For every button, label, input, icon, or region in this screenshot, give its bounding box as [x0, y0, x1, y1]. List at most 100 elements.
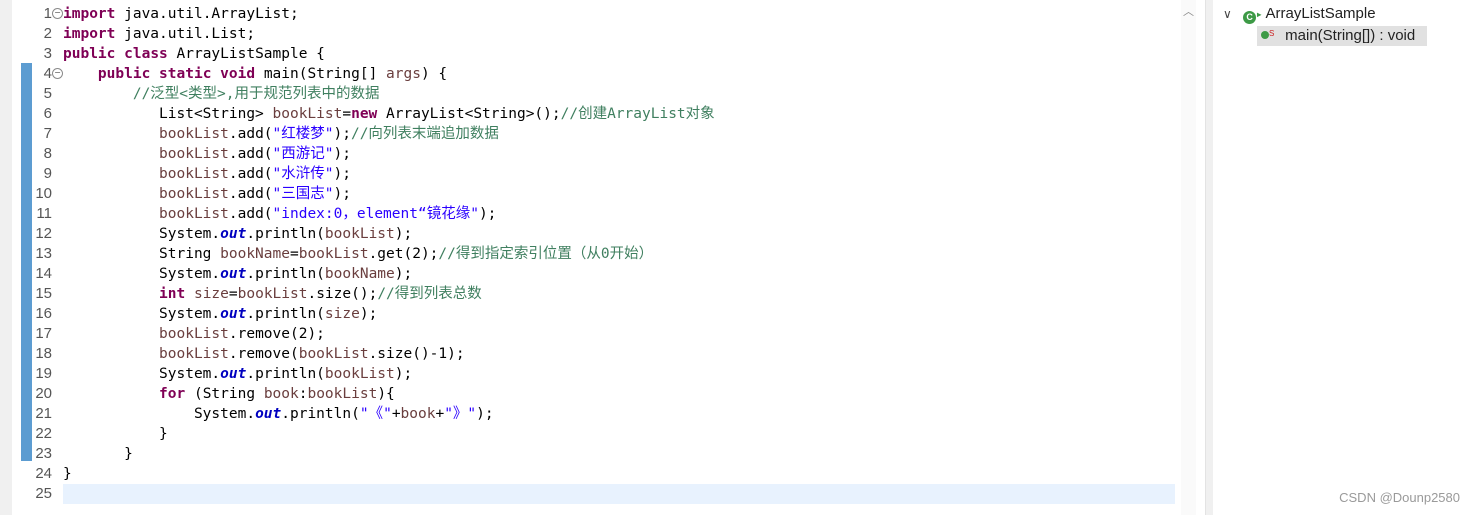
code-text[interactable]: System.out.println(bookList); [63, 364, 412, 384]
code-text[interactable]: bookList.add("index:0，element“镜花缘"); [63, 204, 496, 224]
code-token: bookList [324, 366, 395, 382]
code-line[interactable]: 3 public class ArrayListSample { [0, 44, 1180, 64]
code-text[interactable]: bookList.add("三国志"); [63, 184, 351, 204]
code-line[interactable]: 4− public static void main(String[] args… [0, 64, 1180, 84]
code-token: import [63, 6, 116, 22]
code-line[interactable]: 13 String bookName=bookList.get(2);//得到指… [0, 244, 1180, 264]
code-text[interactable]: for (String book:bookList){ [63, 384, 395, 404]
code-token: .size(); [307, 286, 378, 302]
code-token: .println( [246, 266, 325, 282]
scroll-up-icon[interactable]: ︿ [1181, 4, 1196, 20]
code-token: + [435, 406, 445, 422]
code-line[interactable]: 22 } [0, 424, 1180, 444]
code-text[interactable]: List<String> bookList=new ArrayList<Stri… [63, 104, 715, 124]
code-line[interactable]: 23 } [0, 444, 1180, 464]
code-token: ); [394, 366, 413, 382]
line-number: 3 [43, 45, 52, 62]
outline-method-row[interactable]: S main(String[]) : void [1257, 26, 1427, 46]
current-line-highlight [63, 484, 1175, 504]
code-text[interactable]: public static void main(String[] args) { [63, 64, 447, 84]
code-line[interactable]: 6 List<String> bookList=new ArrayList<St… [0, 104, 1180, 124]
code-text[interactable]: int size=bookList.size();//得到列表总数 [63, 284, 482, 304]
code-token: public [63, 46, 116, 62]
code-line[interactable]: 2 import java.util.List; [0, 24, 1180, 44]
outline-class-row[interactable]: ∨ C ▸ ArrayListSample [1223, 4, 1376, 24]
code-token: "水浒传" [272, 166, 334, 182]
code-text[interactable]: String bookName=bookList.get(2);//得到指定索引… [63, 244, 653, 264]
code-text[interactable]: import java.util.ArrayList; [63, 4, 299, 24]
code-token: public [97, 66, 151, 82]
code-line[interactable]: 10 bookList.add("三国志"); [0, 184, 1180, 204]
code-line[interactable]: 21 System.out.println("《"+book+"》"); [0, 404, 1180, 424]
line-number: 5 [43, 85, 52, 102]
code-text[interactable]: } [63, 424, 168, 444]
code-line[interactable]: 7 bookList.add("红楼梦");//向列表末端追加数据 [0, 124, 1180, 144]
code-token: System. [63, 226, 221, 242]
code-token: "三国志" [272, 186, 334, 202]
code-token: .remove(2); [228, 326, 325, 342]
code-line[interactable]: 14 System.out.println(bookName); [0, 264, 1180, 284]
code-token: import [63, 26, 116, 42]
code-token: } [63, 466, 72, 482]
code-editor[interactable]: 1− import java.util.ArrayList; 2 import jav… [0, 0, 1196, 515]
code-line[interactable]: 20 for (String book:bookList){ [0, 384, 1180, 404]
line-number: 12 [35, 225, 52, 242]
line-number: 19 [35, 365, 52, 382]
code-text[interactable]: public class ArrayListSample { [63, 44, 325, 64]
code-line[interactable]: 11 bookList.add("index:0，element“镜花缘"); [0, 204, 1180, 224]
code-text[interactable]: bookList.add("水浒传"); [63, 164, 351, 184]
code-line[interactable]: 9 bookList.add("水浒传"); [0, 164, 1180, 184]
code-line[interactable]: 19 System.out.println(bookList); [0, 364, 1180, 384]
code-text[interactable]: } [63, 444, 133, 464]
code-text[interactable]: System.out.println(bookList); [63, 224, 412, 244]
code-text[interactable]: bookList.remove(2); [63, 324, 325, 344]
code-token: .add( [228, 206, 273, 222]
code-text[interactable]: System.out.println(size); [63, 304, 377, 324]
code-token: "》" [444, 406, 477, 422]
code-line[interactable]: 16 System.out.println(size); [0, 304, 1180, 324]
fold-toggle-icon[interactable]: − [52, 68, 63, 79]
code-text[interactable]: //泛型<类型>,用于规范列表中的数据 [63, 84, 380, 104]
line-number: 6 [43, 105, 52, 122]
code-token: book [263, 386, 299, 402]
code-token: bookList [159, 146, 229, 162]
code-token: out [255, 406, 282, 422]
vertical-scrollbar[interactable] [1181, 0, 1196, 515]
code-line[interactable]: 5 //泛型<类型>,用于规范列表中的数据 [0, 84, 1180, 104]
code-text[interactable]: System.out.println(bookName); [63, 264, 412, 284]
code-line[interactable]: 12 System.out.println(bookList); [0, 224, 1180, 244]
code-text[interactable]: System.out.println("《"+book+"》"); [63, 404, 494, 424]
code-token: book [400, 406, 436, 422]
code-token: String [63, 246, 221, 262]
line-number: 17 [35, 325, 52, 342]
code-token: //向列表末端追加数据 [350, 126, 499, 142]
fold-toggle-icon[interactable]: − [52, 8, 63, 19]
collapse-chevron-icon[interactable]: ∨ [1223, 4, 1237, 24]
code-text[interactable]: } [63, 464, 72, 484]
code-line[interactable]: 1− import java.util.ArrayList; [0, 4, 1180, 24]
code-line[interactable]: 15 int size=bookList.size();//得到列表总数 [0, 284, 1180, 304]
code-text[interactable]: bookList.add("西游记"); [63, 144, 351, 164]
code-token: .add( [228, 126, 273, 142]
line-number: 24 [35, 465, 52, 482]
code-token: new [351, 106, 378, 122]
line-number: 1 [43, 5, 52, 22]
code-text[interactable]: import java.util.List; [63, 24, 255, 44]
code-token: .remove( [228, 346, 299, 362]
code-text[interactable]: bookList.remove(bookList.size()-1); [63, 344, 465, 364]
code-line[interactable]: 24} [0, 464, 1180, 484]
code-token: for [159, 386, 186, 402]
code-line[interactable]: 8 bookList.add("西游记"); [0, 144, 1180, 164]
code-line[interactable]: 17 bookList.remove(2); [0, 324, 1180, 344]
code-text[interactable]: bookList.add("红楼梦");//向列表末端追加数据 [63, 124, 499, 144]
code-line[interactable]: 25 [0, 484, 1180, 504]
code-token: out [220, 306, 247, 322]
code-line[interactable]: 18 bookList.remove(bookList.size()-1); [0, 344, 1180, 364]
